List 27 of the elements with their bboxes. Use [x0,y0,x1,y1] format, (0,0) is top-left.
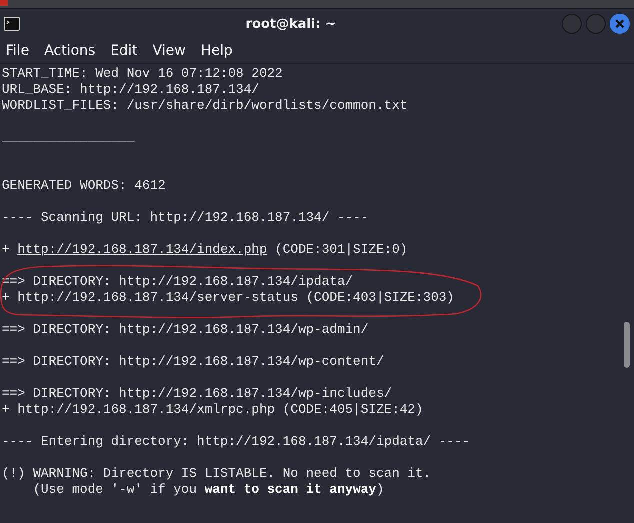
window-title: root@kali: ~ [244,16,338,32]
scrollbar[interactable] [624,322,630,368]
terminal-line: ==> DIRECTORY: http://192.168.187.134/wp-content/ [2,354,386,370]
terminal-line: START_TIME: Wed Nov 16 07:12:08 2022 [2,66,284,82]
terminal-line: ==> DIRECTORY: http://192.168.187.134/wp-admin/ [2,322,370,338]
terminal-line: (Use mode '-w' if you want to scan it anyway) [32,482,386,498]
terminal-line: URL_BASE: http://192.168.187.134/ [2,82,260,98]
terminal-text: (CODE:301|SIZE:0) [274,242,408,257]
terminal-line: WORDLIST_FILES: /usr/share/dirb/wordlists/common.txt [2,98,409,114]
menu-item[interactable]: Edit [110,43,138,59]
menu-item[interactable]: Help [200,43,233,59]
terminal-line: GENERATED WORDS: 4612 [2,178,167,194]
terminal-text: + [2,242,11,257]
menu-item[interactable]: Actions [44,43,96,59]
url-link[interactable]: http://192.168.187.134/index.php [18,242,268,257]
terminal-line: + http://192.168.187.134/xmlrpc.php (CODE:405|SIZE:42) [2,402,424,418]
menu-item[interactable]: File [6,43,30,59]
close-icon[interactable] [610,14,630,34]
terminal-line: _________________ [2,130,136,146]
minimize-button[interactable] [562,14,582,34]
terminal-line: ---- Entering directory: http://192.168.187.134/ipdata/ ---- [2,434,472,450]
terminal-line: ==> DIRECTORY: http://192.168.187.134/wp-includes/ [2,386,394,402]
menu-item[interactable]: View [152,43,186,59]
terminal-line: (!) WARNING: Directory IS LISTABLE. No need to scan it. [2,466,432,482]
terminal-icon [4,17,20,31]
terminal-line: ---- Scanning URL: http://192.168.187.134/ ---- [2,210,370,226]
terminal-line: + http://192.168.187.134/server-status (CODE:403|SIZE:303) [2,290,456,306]
